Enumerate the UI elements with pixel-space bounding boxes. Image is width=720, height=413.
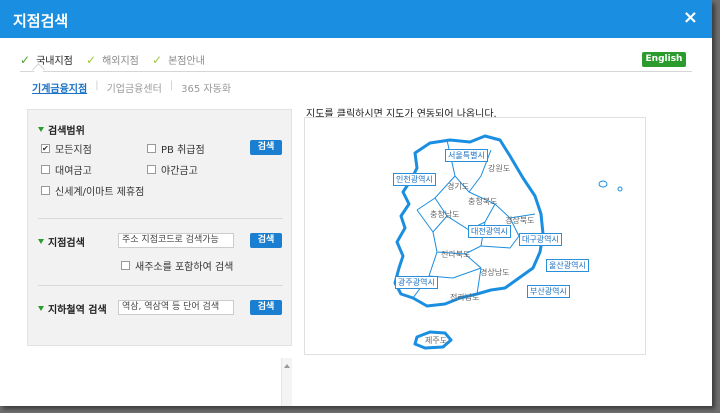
close-icon[interactable]: × (683, 7, 698, 28)
subtab-separator: | (95, 80, 99, 91)
city-ulsan[interactable]: 울산광역시 (546, 259, 589, 272)
tab-headquarters[interactable]: ✓ 본점안내 (152, 52, 205, 68)
tab-label: 해외지점 (102, 56, 139, 67)
scroll-up-icon[interactable] (284, 364, 290, 368)
checkbox[interactable] (147, 144, 156, 153)
tab-label: 본점안내 (168, 56, 205, 67)
region-chungnam[interactable]: 충청남도 (430, 209, 459, 220)
tab-domestic[interactable]: ✓ 국내지점 (20, 52, 73, 68)
branch-search-input[interactable]: 주소 지점코드로 검색가능 (118, 233, 234, 248)
subway-search-button[interactable]: 검색 (250, 300, 282, 315)
option-safe-deposit[interactable]: 대여금고 (41, 162, 92, 177)
search-range-title: 검색범위 (38, 122, 85, 137)
option-shinsegae[interactable]: 신세계/이마트 제휴점 (41, 183, 144, 198)
divider (38, 285, 283, 286)
region-jeonbuk[interactable]: 전라북도 (441, 249, 470, 260)
city-incheon[interactable]: 인천광역시 (393, 173, 436, 186)
divider (38, 218, 283, 219)
option-all-branches[interactable]: 모든지점 (41, 141, 92, 156)
korea-map[interactable]: 강원도 경기도 충청북도 충청남도 경상북도 전라북도 경상남도 전라남도 제주… (304, 117, 646, 355)
subtab-corporate-center[interactable]: 기업금융센터 (107, 80, 162, 95)
search-panel: 검색범위 모든지점 PB 취급점 검색 대여금고 야간금고 신세계/이마트 제휴… (27, 109, 292, 346)
city-busan[interactable]: 부산광역시 (527, 285, 570, 298)
subtab-branches[interactable]: 기계금융지점 (32, 80, 87, 95)
region-gyeongnam[interactable]: 경상남도 (480, 267, 509, 278)
triangle-icon (38, 306, 44, 311)
subway-search-title: 지하철역 검색 (38, 301, 107, 316)
region-chungbuk[interactable]: 충청북도 (468, 196, 497, 207)
triangle-icon (38, 239, 44, 244)
english-button[interactable]: English (642, 52, 686, 67)
checkbox[interactable] (41, 144, 50, 153)
subtab-separator: | (169, 80, 174, 91)
region-jeonnam[interactable]: 전라남도 (450, 292, 479, 303)
city-seoul[interactable]: 서울특별시 (445, 149, 488, 162)
region-gyeonggi[interactable]: 경기도 (447, 181, 469, 192)
city-daejeon[interactable]: 대전광역시 (468, 225, 511, 238)
window-title: 지점검색 (13, 12, 69, 30)
check-icon: ✓ (20, 52, 31, 67)
subtab-atm[interactable]: 365 자동화 (181, 80, 231, 95)
subway-search-input[interactable]: 역삼, 역삼역 등 단어 검색 (118, 300, 234, 315)
option-new-address[interactable]: 새주소를 포함하여 검색 (121, 258, 233, 273)
branch-search-title: 지점검색 (38, 234, 85, 249)
region-jeju[interactable]: 제주도 (425, 335, 447, 346)
triangle-icon (38, 127, 44, 132)
tab-overseas[interactable]: ✓ 해외지점 (86, 52, 139, 68)
range-search-button[interactable]: 검색 (250, 140, 282, 155)
check-icon: ✓ (152, 52, 163, 67)
option-pb[interactable]: PB 취급점 (147, 141, 205, 156)
checkbox[interactable] (41, 186, 50, 195)
city-daegu[interactable]: 대구광역시 (519, 233, 562, 246)
scrollbar[interactable] (281, 358, 292, 406)
option-night-deposit[interactable]: 야간금고 (147, 162, 198, 177)
region-gangwon[interactable]: 강원도 (488, 163, 510, 174)
city-gwangju[interactable]: 광주광역시 (395, 276, 438, 289)
checkbox[interactable] (121, 261, 130, 270)
branch-search-button[interactable]: 검색 (250, 233, 282, 248)
title-bar: 지점검색 × (0, 0, 712, 38)
checkbox[interactable] (41, 165, 50, 174)
tab-label: 국내지점 (36, 56, 73, 67)
checkbox[interactable] (147, 165, 156, 174)
branch-search-window: 지점검색 × ✓ 국내지점 ✓ 해외지점 ✓ 본점안내 English 기계금융… (0, 0, 712, 406)
subtab-bar: 기계금융지점 | 기업금융센터 | 365 자동화 (32, 80, 231, 95)
check-icon: ✓ (86, 52, 97, 67)
tab-bar: ✓ 국내지점 ✓ 해외지점 ✓ 본점안내 (20, 52, 692, 72)
